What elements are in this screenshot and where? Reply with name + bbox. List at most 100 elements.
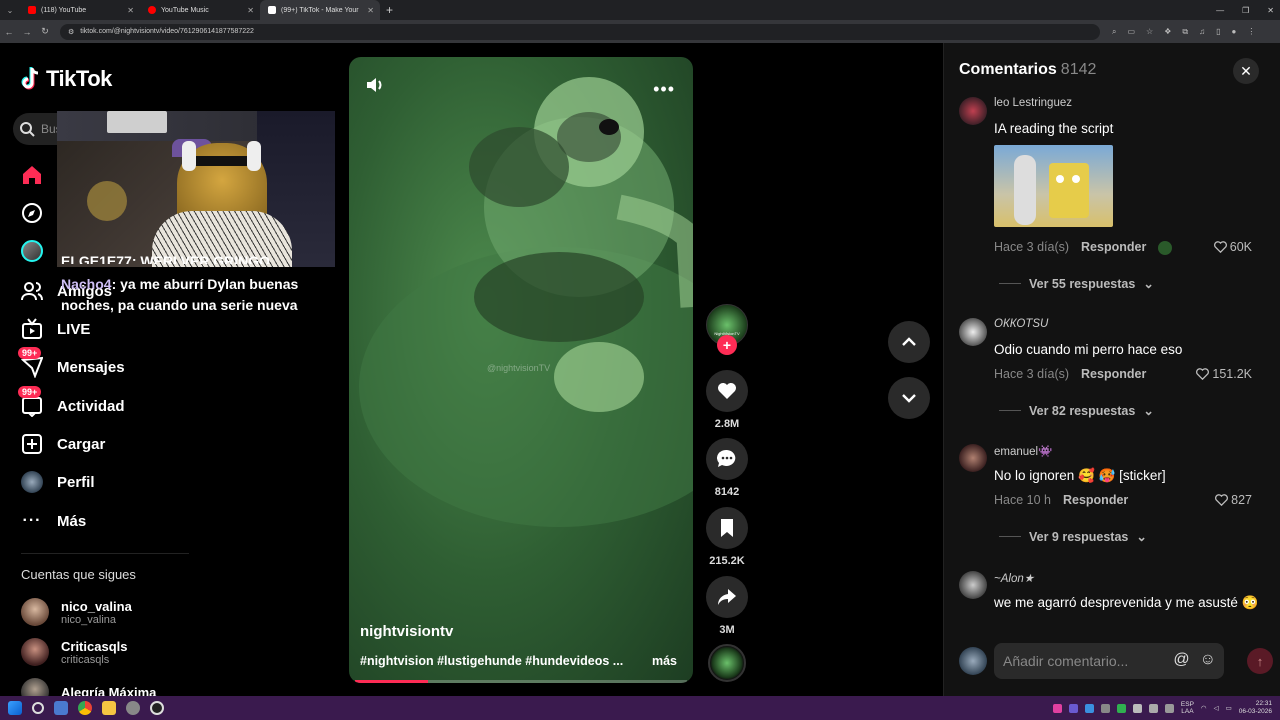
tray-app-icon[interactable] xyxy=(1132,703,1142,713)
reply-button[interactable]: Responder xyxy=(1081,367,1146,381)
reply-button[interactable]: Responder xyxy=(1063,493,1128,507)
video-author[interactable]: nightvisiontv xyxy=(360,623,453,640)
close-comments-button[interactable]: ✕ xyxy=(1233,58,1259,84)
avatar[interactable] xyxy=(959,571,987,599)
sidepanel-icon[interactable]: ▯ xyxy=(1216,27,1220,37)
video-player[interactable]: ••• @nightvisionTV nightvisiontv #nightv… xyxy=(349,57,693,683)
tray-app-icon[interactable] xyxy=(1052,703,1062,713)
comment-input[interactable]: Añadir comentario... @ ☺ xyxy=(994,643,1224,679)
reload-icon[interactable]: ↻ xyxy=(36,26,54,37)
view-replies-button[interactable]: Ver 55 respuestas ⌄ xyxy=(999,276,1154,291)
comment-icon[interactable] xyxy=(706,438,748,480)
address-bar[interactable]: ⚙ tiktok.com/@nightvisiontv/video/761290… xyxy=(60,23,1100,40)
browser-tab-tiktok[interactable]: (99+) TikTok - Make Your Da ✕ xyxy=(260,0,380,20)
follow-plus-button[interactable]: + xyxy=(717,335,737,355)
bookmark-icon[interactable] xyxy=(706,507,748,549)
settings-icon[interactable] xyxy=(126,701,140,715)
profile-icon[interactable]: ● xyxy=(1232,27,1237,37)
nav-label: Actividad xyxy=(57,397,125,415)
following-account[interactable]: Criticasqls criticasqls xyxy=(21,638,127,666)
tray-app-icon[interactable] xyxy=(1116,703,1126,713)
tray-app-icon[interactable] xyxy=(1068,703,1078,713)
volume-icon[interactable] xyxy=(365,75,385,100)
following-account[interactable]: nico_valina nico_valina xyxy=(21,598,132,626)
nav-explore[interactable] xyxy=(21,202,43,224)
comment-username[interactable]: emanuel👾 xyxy=(994,444,1052,458)
emoji-icon[interactable]: ☺ xyxy=(1200,651,1216,669)
obs-icon[interactable] xyxy=(150,701,164,715)
file-explorer-icon[interactable] xyxy=(102,701,116,715)
volume-tray-icon[interactable]: ◁ xyxy=(1214,704,1219,712)
windows-start-icon[interactable] xyxy=(8,701,22,715)
next-video-button[interactable] xyxy=(888,377,930,419)
comment-like-button[interactable]: 151.2K xyxy=(1196,367,1252,381)
nav-profile[interactable]: Perfil xyxy=(21,471,95,493)
nav-home[interactable] xyxy=(21,164,43,186)
maximize-icon[interactable]: ❐ xyxy=(1242,6,1249,15)
tab-close-icon[interactable]: ✕ xyxy=(127,6,134,15)
video-more-link[interactable]: más xyxy=(652,654,677,668)
media-icon[interactable]: ♫ xyxy=(1199,27,1205,37)
mention-icon[interactable]: @ xyxy=(1173,651,1189,669)
browser-tab-youtube[interactable]: (118) YouTube ✕ xyxy=(20,0,140,20)
nav-messages[interactable]: 99+ Mensajes xyxy=(18,347,125,378)
comment-username[interactable]: leo Lestringuez xyxy=(994,97,1072,109)
close-window-icon[interactable]: ✕ xyxy=(1267,6,1274,15)
heart-icon[interactable] xyxy=(706,370,748,412)
video-more-options-icon[interactable]: ••• xyxy=(653,79,675,100)
comment-like-button[interactable]: 827 xyxy=(1215,493,1252,507)
like-action[interactable]: 2.8M xyxy=(706,370,748,430)
comment-action[interactable]: 8142 xyxy=(706,438,748,498)
search-icon[interactable] xyxy=(32,702,44,714)
site-info-icon[interactable]: ⚙ xyxy=(68,28,74,36)
share-action[interactable]: 3M xyxy=(706,576,748,636)
view-replies-button[interactable]: Ver 9 respuestas ⌄ xyxy=(999,529,1147,544)
video-progress-bar[interactable] xyxy=(355,680,687,683)
wifi-icon[interactable]: ◠ xyxy=(1201,704,1207,712)
widgets-icon[interactable] xyxy=(54,701,68,715)
new-tab-button[interactable]: + xyxy=(380,3,399,17)
extension-icon[interactable]: ❖ xyxy=(1164,27,1171,37)
language-indicator[interactable]: ESP LAA xyxy=(1181,701,1194,715)
comment-like-button[interactable]: 60K xyxy=(1213,240,1252,254)
video-description[interactable]: #nightvision #lustigehunde #hundevideos … xyxy=(360,654,623,668)
tab-search-icon[interactable]: ⌄ xyxy=(0,6,20,15)
bookmark-star-icon[interactable]: ☆ xyxy=(1146,27,1153,37)
extensions-puzzle-icon[interactable]: ⧉ xyxy=(1182,27,1188,37)
tray-app-icon[interactable] xyxy=(1100,703,1110,713)
save-action[interactable]: 215.2K xyxy=(706,507,748,567)
share-icon[interactable] xyxy=(706,576,748,618)
avatar[interactable] xyxy=(959,444,987,472)
tab-close-icon[interactable]: ✕ xyxy=(367,6,374,15)
sound-disc-icon[interactable] xyxy=(708,644,746,682)
clock[interactable]: 22:31 06-03-2026 xyxy=(1239,700,1272,716)
back-icon[interactable]: ← xyxy=(0,27,18,37)
nav-activity[interactable]: 99+ Actividad xyxy=(18,386,125,417)
previous-video-button[interactable] xyxy=(888,321,930,363)
tray-app-icon[interactable] xyxy=(1148,703,1158,713)
tiktok-logo[interactable]: TikTok xyxy=(21,66,112,92)
send-comment-button[interactable]: ↑ xyxy=(1247,648,1273,674)
nav-more[interactable]: ··· Más xyxy=(21,510,87,532)
cast-icon[interactable]: ▭ xyxy=(1127,27,1135,37)
reply-button[interactable]: Responder xyxy=(1081,240,1146,255)
chrome-icon[interactable] xyxy=(78,701,92,715)
view-replies-button[interactable]: Ver 82 respuestas ⌄ xyxy=(999,403,1154,418)
battery-icon[interactable]: ▭ xyxy=(1226,704,1232,712)
minimize-icon[interactable]: — xyxy=(1216,6,1224,15)
browser-tab-youtube-music[interactable]: YouTube Music ✕ xyxy=(140,0,260,20)
menu-icon[interactable]: ⋮ xyxy=(1247,27,1255,37)
forward-icon[interactable]: → xyxy=(18,27,36,37)
zoom-icon[interactable]: ⌕ xyxy=(1112,27,1116,37)
comment-username[interactable]: ~Alon★ xyxy=(994,571,1034,585)
avatar[interactable] xyxy=(959,97,987,125)
nav-live[interactable]: LIVE xyxy=(21,318,90,340)
tray-app-icon[interactable] xyxy=(1164,703,1174,713)
comment-username[interactable]: ОККОТSU xyxy=(994,318,1048,330)
comment-gif-image[interactable] xyxy=(994,145,1113,227)
nav-following[interactable] xyxy=(21,240,43,262)
tab-close-icon[interactable]: ✕ xyxy=(247,6,254,15)
nav-upload[interactable]: Cargar xyxy=(21,433,105,455)
tray-app-icon[interactable] xyxy=(1084,703,1094,713)
avatar[interactable] xyxy=(959,318,987,346)
